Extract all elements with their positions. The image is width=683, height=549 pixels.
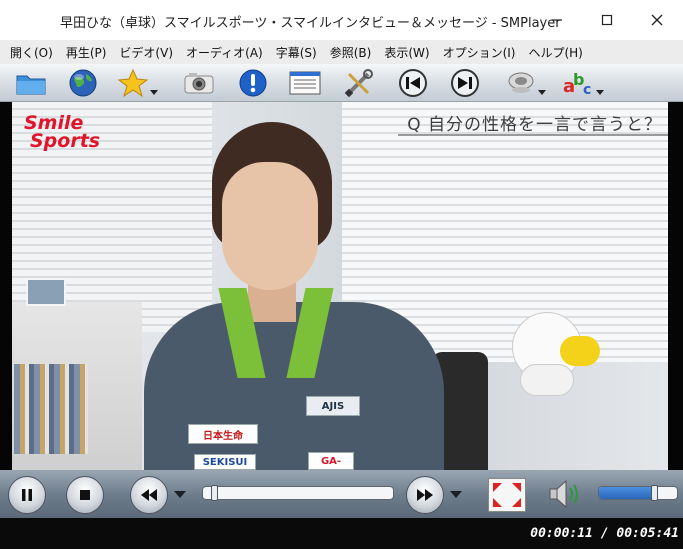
- forward-button[interactable]: [406, 476, 444, 514]
- video-frame: AJIS 日本生命 SEKISUI GA- Smile Sports Q 自分の…: [12, 102, 668, 470]
- screenshot-button[interactable]: [182, 67, 216, 99]
- favorites-button[interactable]: [116, 67, 158, 99]
- person-jacket: [144, 302, 444, 470]
- volume-icon: [549, 479, 578, 509]
- menu-view[interactable]: 表示(W): [378, 44, 435, 61]
- fullscreen-icon: [493, 483, 521, 507]
- menu-bar: 開く(O) 再生(P) ビデオ(V) オーディオ(A) 字幕(S) 参照(B) …: [0, 40, 683, 64]
- total-time: 00:05:41: [616, 526, 679, 541]
- rewind-dropdown-icon[interactable]: [174, 491, 186, 498]
- forward-dropdown-icon[interactable]: [450, 491, 462, 498]
- menu-subtitles[interactable]: 字幕(S): [270, 44, 323, 61]
- pause-icon: [22, 489, 32, 501]
- sponsor-patch-ajis: AJIS: [306, 396, 360, 416]
- skip-forward-icon: [451, 69, 479, 97]
- menu-open[interactable]: 開く(O): [4, 44, 59, 61]
- seek-handle[interactable]: [211, 485, 218, 501]
- playlist-icon: [289, 71, 321, 95]
- camera-icon: [184, 73, 214, 94]
- volume-handle[interactable]: [651, 485, 658, 501]
- menu-video[interactable]: ビデオ(V): [113, 44, 179, 61]
- next-button[interactable]: [448, 67, 482, 99]
- time-display: 00:00:11 / 00:05:41: [530, 526, 679, 541]
- control-bar: [0, 470, 683, 518]
- sponsor-patch-nissay: 日本生命: [188, 424, 258, 444]
- svg-text:c: c: [583, 82, 591, 98]
- brand-line-2: Sports: [30, 130, 101, 152]
- menu-browse[interactable]: 参照(B): [324, 44, 378, 61]
- open-url-button[interactable]: [66, 67, 100, 99]
- video-area[interactable]: AJIS 日本生命 SEKISUI GA- Smile Sports Q 自分の…: [0, 102, 683, 470]
- sponsor-patch-ga: GA-: [308, 452, 354, 470]
- time-separator: /: [592, 526, 617, 541]
- menu-help[interactable]: ヘルプ(H): [522, 44, 588, 61]
- audio-track-button[interactable]: [504, 67, 546, 99]
- subtitles-dropdown-icon[interactable]: [596, 90, 604, 95]
- stop-button[interactable]: [66, 476, 104, 514]
- speaker-icon: [508, 72, 534, 93]
- current-time: 00:00:11: [530, 526, 593, 541]
- pause-button[interactable]: [8, 476, 46, 514]
- minimize-icon: [552, 19, 562, 21]
- subtitles-button[interactable]: a b c: [562, 67, 604, 99]
- sponsor-patch-sekisui: SEKISUI: [194, 454, 256, 470]
- open-file-button[interactable]: [14, 67, 48, 99]
- star-icon: [118, 68, 148, 98]
- minimize-button[interactable]: [540, 6, 574, 34]
- framed-photo: [26, 278, 66, 306]
- maximize-icon: [601, 14, 613, 26]
- tools-icon: [344, 69, 373, 98]
- interview-caption: Q 自分の性格を一言で言うと？: [407, 115, 662, 135]
- close-icon: [651, 14, 663, 26]
- rewind-icon: [141, 489, 157, 501]
- rewind-button[interactable]: [130, 476, 168, 514]
- smile-sports-logo: Smile Sports: [24, 114, 101, 152]
- menu-options[interactable]: オプション(I): [437, 44, 522, 61]
- volume-level: [599, 487, 655, 499]
- info-button[interactable]: [236, 67, 270, 99]
- fullscreen-button[interactable]: [488, 478, 526, 512]
- status-bar: 00:00:11 / 00:05:41: [0, 518, 683, 549]
- preferences-button[interactable]: [342, 67, 376, 99]
- info-icon: [239, 69, 267, 97]
- stop-icon: [80, 490, 90, 500]
- fast-forward-icon: [417, 489, 433, 501]
- mascot-pompom: [560, 336, 600, 366]
- menu-audio[interactable]: オーディオ(A): [180, 44, 269, 61]
- maximize-button[interactable]: [590, 6, 624, 34]
- seek-bar[interactable]: [202, 485, 394, 501]
- books: [14, 364, 88, 454]
- playlist-button[interactable]: [288, 67, 322, 99]
- abc-icon: a b c: [563, 70, 591, 98]
- toolbar: a b c: [0, 64, 683, 102]
- globe-icon: [69, 69, 97, 97]
- person-face: [222, 162, 318, 290]
- volume-slider[interactable]: [598, 485, 678, 501]
- close-button[interactable]: [640, 6, 674, 34]
- mascot-body: [520, 364, 574, 396]
- open-folder-icon: [16, 75, 46, 95]
- favorites-dropdown-icon[interactable]: [150, 90, 158, 95]
- mute-button[interactable]: [546, 478, 582, 510]
- menu-play[interactable]: 再生(P): [60, 44, 113, 61]
- previous-button[interactable]: [396, 67, 430, 99]
- title-bar: 早田ひな（卓球）スマイルスポーツ・スマイルインタビュー＆メッセージ - SMPl…: [0, 0, 683, 40]
- audio-track-dropdown-icon[interactable]: [538, 90, 546, 95]
- caption-underline: [398, 134, 668, 136]
- skip-back-icon: [399, 69, 427, 97]
- window-title: 早田ひな（卓球）スマイルスポーツ・スマイルインタビュー＆メッセージ - SMPl…: [60, 16, 561, 31]
